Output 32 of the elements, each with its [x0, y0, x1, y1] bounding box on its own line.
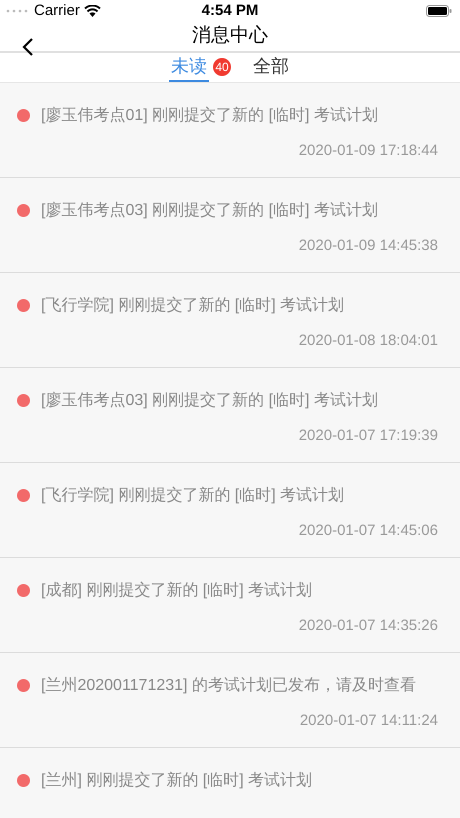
battery-icon [426, 5, 452, 17]
message-text: [飞行学院] 刚刚提交了新的 [临时] 考试计划 [41, 486, 344, 506]
back-icon [22, 37, 34, 57]
message-row[interactable]: [成都] 刚刚提交了新的 [临时] 考试计划 2020-01-07 14:35:26 [0, 558, 460, 652]
status-time: 4:54 PM [200, 0, 260, 21]
message-row[interactable]: [兰州202001171231] 的考试计划已发布，请及时查看 2020-01-07 14:11:24 [0, 652, 460, 748]
message-time: 2020-01-07 17:19:39 [298, 426, 438, 446]
message-time: 2020-01-09 14:45:38 [298, 236, 438, 256]
message-row[interactable]: [廖玉伟考点03] 刚刚提交了新的 [临时] 考试计划 2020-01-07 17:19:39 [0, 368, 460, 462]
message-row[interactable]: [廖玉伟考点01] 刚刚提交了新的 [临时] 考试计划 2020-01-09 17:18:44 [0, 82, 460, 178]
page-title: 消息中心 [192, 24, 268, 48]
message-text: [兰州] 刚刚提交了新的 [临时] 考试计划 [41, 770, 312, 790]
message-text: [成都] 刚刚提交了新的 [临时] 考试计划 [41, 580, 312, 600]
message-time: 2020-01-07 14:11:24 [300, 710, 438, 730]
message-time: 2020-01-09 17:18:44 [298, 140, 438, 160]
message-text: [廖玉伟考点03] 刚刚提交了新的 [临时] 考试计划 [41, 200, 378, 220]
message-time: 2020-01-07 14:45:06 [298, 520, 438, 540]
message-row[interactable]: [飞行学院] 刚刚提交了新的 [临时] 考试计划 2020-01-07 14:45:06 [0, 462, 460, 558]
carrier-label: Carrier [34, 0, 80, 21]
message-text: [飞行学院] 刚刚提交了新的 [临时] 考试计划 [41, 296, 344, 316]
count-badge: 40 [213, 58, 231, 76]
wifi-icon [84, 5, 101, 17]
message-row[interactable]: [兰州] 刚刚提交了新的 [临时] 考试计划 [0, 748, 460, 818]
message-row[interactable]: [飞行学院] 刚刚提交了新的 [临时] 考试计划 2020-01-08 18:04:01 [0, 272, 460, 368]
message-text: [兰州202001171231] 的考试计划已发布，请及时查看 [41, 676, 416, 696]
message-time: 2020-01-07 14:35:26 [298, 616, 438, 636]
message-time: 2020-01-08 18:04:01 [298, 330, 438, 350]
message-row[interactable]: [廖玉伟考点03] 刚刚提交了新的 [临时] 考试计划 2020-01-09 14:45:38 [0, 178, 460, 272]
message-text: [廖玉伟考点01] 刚刚提交了新的 [临时] 考试计划 [41, 106, 378, 126]
message-text: [廖玉伟考点03] 刚刚提交了新的 [临时] 考试计划 [41, 390, 378, 410]
tab[interactable]: 全部 [251, 52, 291, 82]
signal-icon [6, 9, 30, 13]
